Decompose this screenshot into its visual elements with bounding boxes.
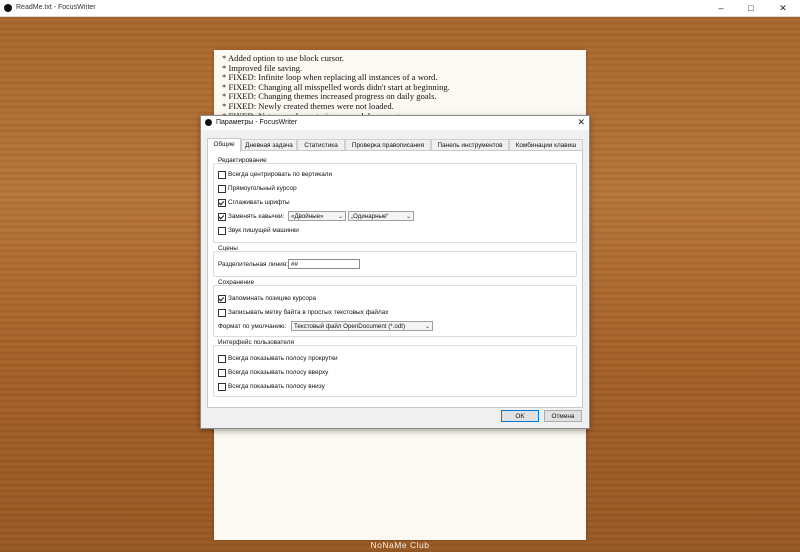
checkbox-remember-cursor[interactable] (218, 295, 226, 303)
close-icon[interactable]: ✕ (577, 117, 585, 128)
tab-general[interactable]: Общие (207, 138, 241, 152)
checkbox-always-scrollbar[interactable] (218, 355, 226, 363)
ok-button[interactable]: OK (501, 410, 539, 422)
checkbox-typewriter-sound[interactable] (218, 227, 226, 235)
label-scene-divider: Разделительная линия: (218, 261, 288, 268)
label-block-cursor: Прямоугольный курсор (228, 185, 297, 192)
tab-bar: Общие Дневная задача Статистика Проверка… (207, 138, 583, 152)
cancel-button[interactable]: Отмена (544, 410, 582, 422)
default-format-select[interactable]: Текстовый файл OpenDocument (*.odt) ⌄ (291, 321, 433, 331)
checkbox-write-bom[interactable] (218, 309, 226, 317)
label-write-bom: Записывать метку байта в простых текстов… (228, 309, 389, 316)
label-replace-quotes: Заменять кавычки: (228, 213, 285, 220)
default-format-value: Текстовый файл OpenDocument (*.odt) (294, 323, 406, 330)
dialog-title: Параметры - FocusWriter (216, 119, 298, 126)
checkbox-smooth-fonts[interactable] (218, 199, 226, 207)
general-panel: Редактирование Всегда центрировать по ве… (207, 150, 583, 408)
close-icon[interactable]: ✕ (768, 0, 798, 16)
chevron-down-icon: ⌄ (424, 324, 430, 330)
app-icon (205, 119, 212, 126)
checkbox-block-cursor[interactable] (218, 185, 226, 193)
chevron-down-icon: ⌄ (337, 214, 343, 220)
single-quotes-select[interactable]: „Одинарные“ ⌄ (348, 211, 414, 221)
single-quotes-value: „Одинарные“ (351, 213, 389, 220)
scene-divider-input[interactable]: ## (288, 259, 360, 269)
double-quotes-value: «Двойные» (291, 213, 324, 220)
checkbox-always-bottom-bar[interactable] (218, 383, 226, 391)
minimize-icon[interactable]: – (706, 0, 736, 16)
preferences-dialog: Параметры - FocusWriter ✕ Общие Дневная … (200, 115, 590, 429)
label-smooth-fonts: Сглаживать шрифты (228, 199, 290, 206)
label-remember-cursor: Запоминать позицию курсора (228, 295, 317, 302)
footer-brand: NoNaMe Club (370, 540, 430, 550)
label-always-bottom-bar: Всегда показывать полосу внизу (228, 383, 325, 390)
dialog-title-bar: Параметры - FocusWriter ✕ (201, 116, 589, 130)
label-default-format: Формат по умолчанию: (218, 323, 287, 330)
checkbox-always-center[interactable] (218, 171, 226, 179)
label-always-scrollbar: Всегда показывать полосу прокрутки (228, 355, 338, 362)
double-quotes-select[interactable]: «Двойные» ⌄ (288, 211, 346, 221)
chevron-down-icon: ⌄ (405, 214, 411, 220)
label-typewriter-sound: Звук пишущей машинки (228, 227, 299, 234)
label-always-center: Всегда центрировать по вертикали (228, 171, 333, 178)
label-always-top-bar: Всегда показывать полосу вверху (228, 369, 329, 376)
document-text[interactable]: * Added option to use block cursor. * Im… (222, 53, 450, 121)
app-icon (4, 4, 12, 12)
checkbox-always-top-bar[interactable] (218, 369, 226, 377)
window-title-bar: ReadMe.txt - FocusWriter – □ ✕ (0, 0, 800, 17)
checkbox-replace-quotes[interactable] (218, 213, 226, 221)
maximize-icon[interactable]: □ (736, 0, 766, 16)
window-title: ReadMe.txt - FocusWriter (16, 4, 96, 11)
